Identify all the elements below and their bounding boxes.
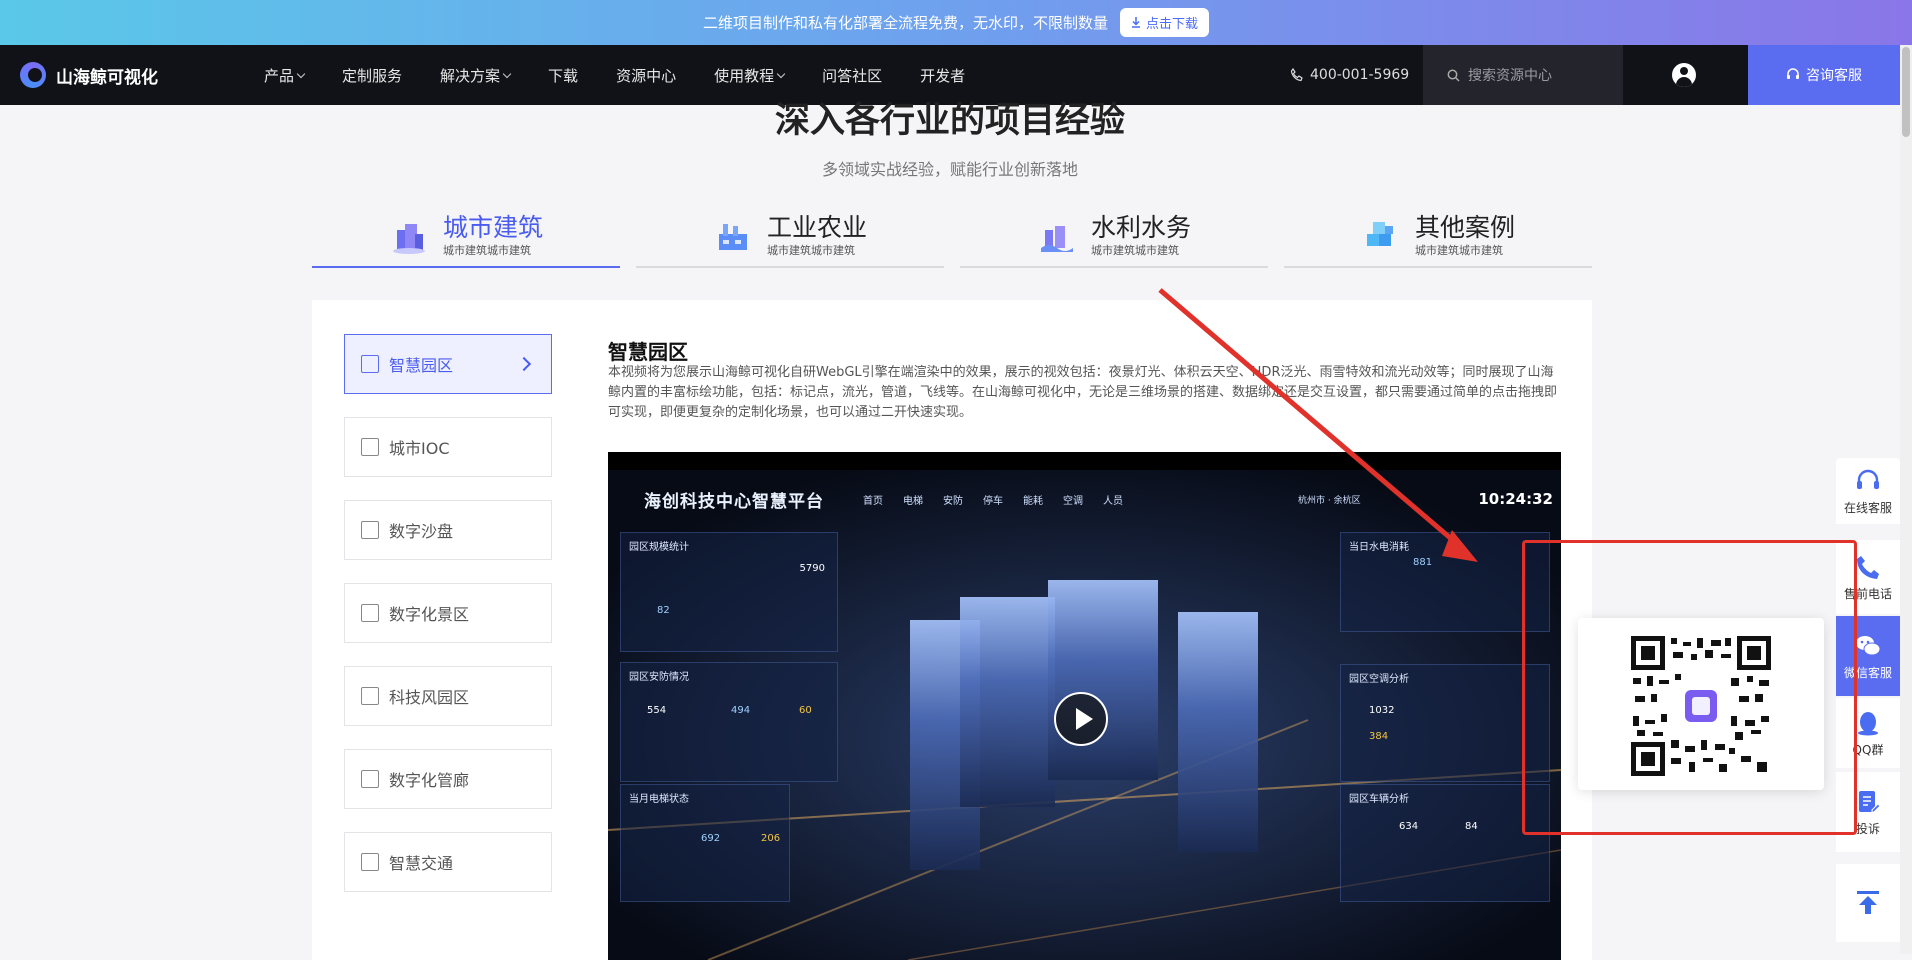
nav-item-tutorials[interactable]: 使用教程 xyxy=(695,65,803,86)
nav-item-download[interactable]: 下载 xyxy=(529,65,597,86)
tab-other-cases[interactable]: 其他案例城市建筑城市建筑 xyxy=(1284,206,1592,268)
building xyxy=(1178,612,1258,852)
video-panel-water: 当日水电消耗 881 xyxy=(1340,532,1550,632)
industry-tabs: 城市建筑 城市建筑城市建筑 工业农业 城市建筑城市建筑 水利水务 城市建筑城市建筑 其… xyxy=(312,206,1592,268)
download-icon xyxy=(1132,17,1140,28)
wechat-icon xyxy=(1856,635,1881,655)
search-input[interactable]: 搜索资源中心 xyxy=(1423,45,1623,105)
nav-item-community[interactable]: 问答社区 xyxy=(803,65,901,86)
case-title: 智慧园区 xyxy=(608,340,688,364)
main-menu: 产品 定制服务 解决方案 下载 资源中心 使用教程 问答社区 开发者 xyxy=(245,65,984,86)
search-icon xyxy=(1447,69,1460,82)
sidebar-item-city-ioc[interactable]: 城市IOC xyxy=(344,417,552,477)
scenic-icon xyxy=(361,604,379,622)
tab-title: 水利水务 xyxy=(1090,213,1191,242)
complaint-icon xyxy=(1859,790,1881,812)
float-online-service[interactable]: 在线客服 xyxy=(1836,458,1900,524)
brand-name: 山海鲸可视化 xyxy=(56,67,158,88)
nav-item-custom[interactable]: 定制服务 xyxy=(323,65,421,86)
water-icon xyxy=(1040,226,1073,252)
video-panel-parking: 园区车辆分析 634 84 xyxy=(1340,784,1550,902)
tab-industry-agriculture[interactable]: 工业农业城市建筑城市建筑 xyxy=(636,206,944,268)
scrollbar-thumb[interactable] xyxy=(1902,47,1910,137)
video-location: 杭州市 · 余杭区 xyxy=(1298,496,1361,506)
video-panel-aircon: 园区空调分析 1032 384 xyxy=(1340,664,1550,782)
page-scrollbar[interactable] xyxy=(1900,45,1912,954)
sidebar-item-smart-park[interactable]: 智慧园区 xyxy=(344,334,552,394)
tab-subtitle: 城市建筑城市建筑 xyxy=(766,244,855,257)
chevron-down-icon xyxy=(502,69,512,78)
nav-item-resources[interactable]: 资源中心 xyxy=(597,65,695,86)
case-sidebar: 智慧园区 城市IOC 数字沙盘 数字化景区 科技风园区 数字化管廊 智慧交通 xyxy=(344,334,552,915)
cubes-icon xyxy=(1366,222,1393,246)
top-nav: 山海鲸可视化 产品 定制服务 解决方案 下载 资源中心 使用教程 问答社区 开发… xyxy=(0,45,1900,105)
nav-item-solutions[interactable]: 解决方案 xyxy=(421,65,529,86)
sidebar-item-traffic[interactable]: 智慧交通 xyxy=(344,832,552,892)
chevron-right-icon xyxy=(516,356,532,372)
tab-subtitle: 城市建筑城市建筑 xyxy=(442,244,531,257)
video-panel-elevator: 当月电梯状态 692 206 xyxy=(620,784,790,902)
case-panel: 智慧园区 城市IOC 数字沙盘 数字化景区 科技风园区 数字化管廊 智慧交通 智… xyxy=(312,300,1592,960)
brand-logo[interactable]: 山海鲸可视化 xyxy=(20,62,245,88)
sidebar-item-sandbox[interactable]: 数字沙盘 xyxy=(344,500,552,560)
traffic-icon xyxy=(361,853,379,871)
back-to-top-button[interactable] xyxy=(1836,864,1900,942)
tab-city-building[interactable]: 城市建筑 城市建筑城市建筑 xyxy=(312,206,620,268)
tab-title: 工业农业 xyxy=(766,213,867,242)
arrow-up-icon xyxy=(1857,891,1879,914)
tab-title: 其他案例 xyxy=(1414,213,1515,242)
factory-icon xyxy=(718,224,747,250)
consult-button[interactable]: 咨询客服 xyxy=(1748,45,1900,105)
chevron-down-icon xyxy=(776,69,786,78)
headset-icon xyxy=(1857,469,1879,489)
video-panel-security: 园区安防情况 554 494 60 xyxy=(620,662,838,782)
promo-banner: 二维项目制作和私有化部署全流程免费，无水印，不限制数量 点击下载 xyxy=(0,0,1912,45)
nav-item-developer[interactable]: 开发者 xyxy=(901,65,984,86)
pipe-icon xyxy=(361,770,379,788)
download-button[interactable]: 点击下载 xyxy=(1120,8,1210,37)
factory-icon xyxy=(361,687,379,705)
tab-water[interactable]: 水利水务城市建筑城市建筑 xyxy=(960,206,1268,268)
headset-icon xyxy=(1787,68,1799,79)
section-title: 深入各行业的项目经验 xyxy=(774,101,1125,141)
sidebar-item-pipe-gallery[interactable]: 数字化管廊 xyxy=(344,749,552,809)
qq-icon xyxy=(1858,711,1878,735)
phone-icon xyxy=(1857,555,1879,579)
city-building-icon xyxy=(392,224,425,254)
case-video[interactable]: 海创科技中心智慧平台 首页 电梯 安防 停车 能耗 空调 人员 杭州市 · 余杭区 10:2… xyxy=(608,452,1561,960)
logo-icon xyxy=(20,62,46,88)
banner-text: 二维项目制作和私有化部署全流程免费，无水印，不限制数量 xyxy=(702,14,1108,32)
building xyxy=(960,597,1055,807)
search-placeholder: 搜索资源中心 xyxy=(1468,68,1552,84)
building-icon xyxy=(361,355,379,373)
city-icon xyxy=(361,438,379,456)
video-clock: 10:24:32 xyxy=(1478,490,1553,508)
sidebar-item-tech-park[interactable]: 科技风园区 xyxy=(344,666,552,726)
sidebar-item-scenic[interactable]: 数字化景区 xyxy=(344,583,552,643)
case-description: 本视频将为您展示山海鲸可视化自研WebGL引擎在端渲染中的效果，展示的视效包括：… xyxy=(608,365,1558,420)
video-dashboard-tabs: 首页 电梯 安防 停车 能耗 空调 人员 xyxy=(863,496,1123,507)
phone-icon xyxy=(1290,68,1303,82)
chevron-down-icon xyxy=(296,69,306,78)
video-dashboard-title: 海创科技中心智慧平台 xyxy=(644,492,824,512)
download-button-label: 点击下载 xyxy=(1146,17,1199,32)
section-subtitle: 多领域实战经验，赋能行业创新落地 xyxy=(821,160,1078,179)
tab-subtitle: 城市建筑城市建筑 xyxy=(1090,244,1179,257)
user-avatar-icon[interactable] xyxy=(1672,63,1696,87)
building xyxy=(1048,580,1158,780)
video-top-bar xyxy=(608,452,1561,470)
video-panel-stats: 园区规模统计 82 5790 xyxy=(620,532,838,652)
play-button[interactable] xyxy=(1054,692,1108,746)
tab-title: 城市建筑 xyxy=(442,213,543,242)
tab-subtitle: 城市建筑城市建筑 xyxy=(1414,244,1503,257)
crop-icon xyxy=(361,521,379,539)
annotation-highlight-box xyxy=(1522,540,1857,835)
phone-number[interactable]: 400-001-5969 xyxy=(1290,45,1409,105)
nav-item-product[interactable]: 产品 xyxy=(245,65,323,86)
